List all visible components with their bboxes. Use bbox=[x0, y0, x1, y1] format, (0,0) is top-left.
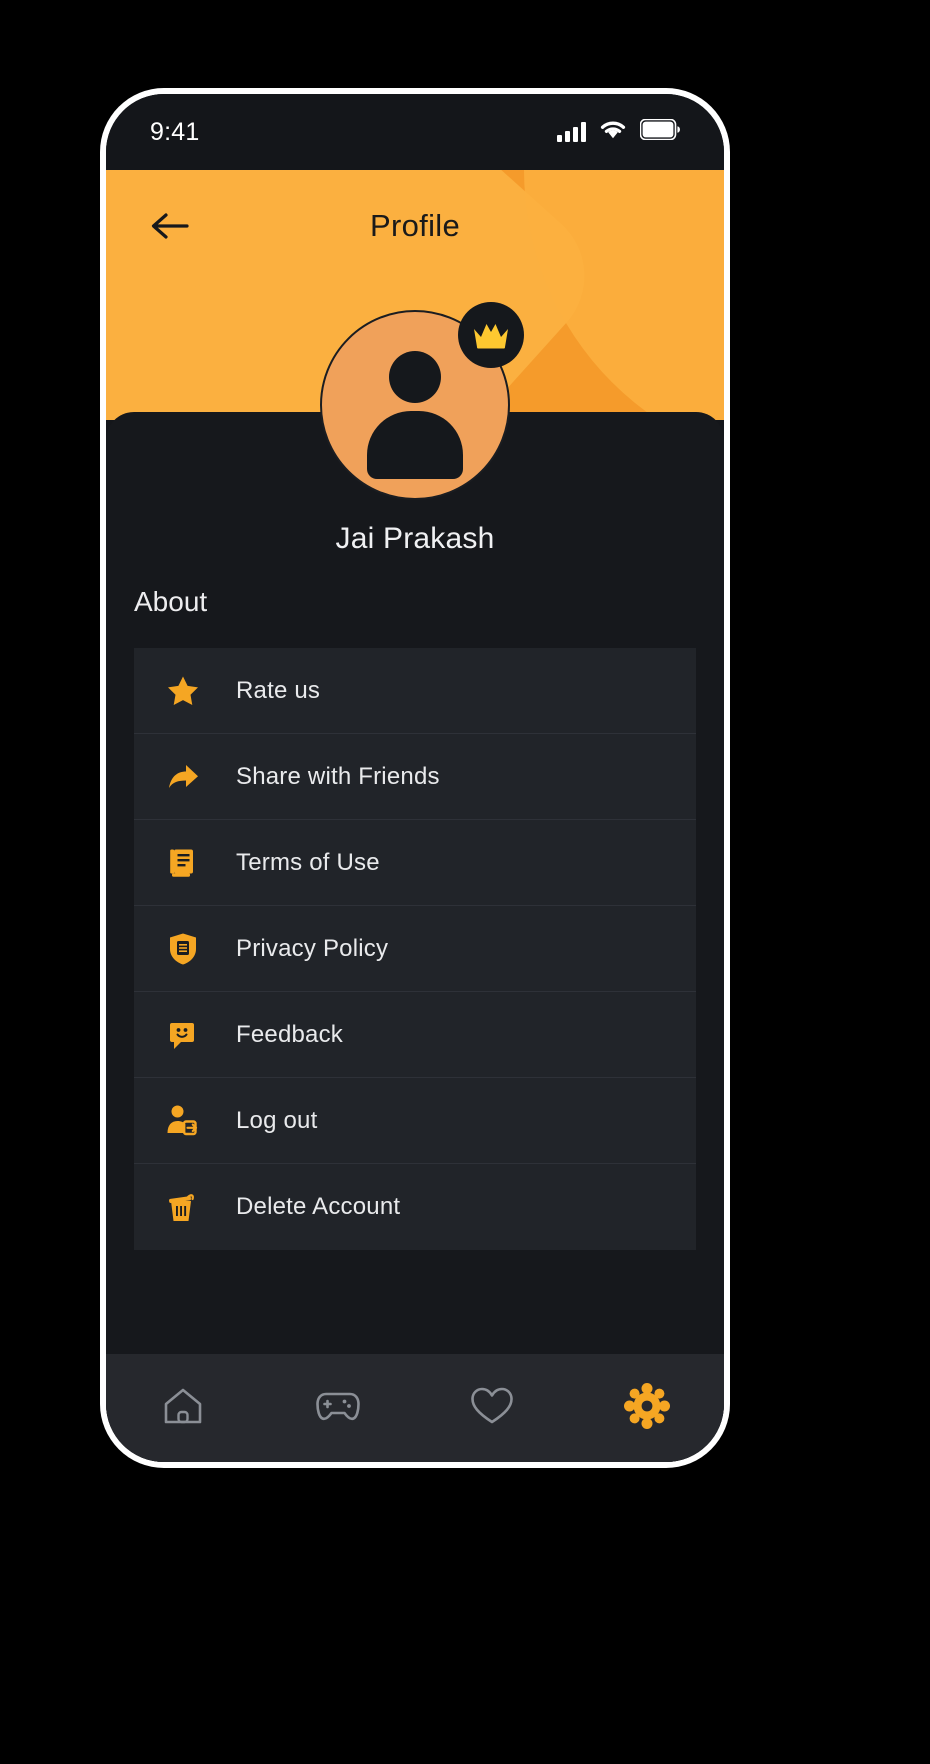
crown-icon bbox=[474, 324, 508, 349]
trash-icon bbox=[162, 1190, 204, 1224]
battery-full-icon bbox=[639, 118, 680, 145]
menu-item-feedback[interactable]: Feedback bbox=[134, 992, 696, 1078]
about-section-title: About bbox=[134, 586, 208, 617]
menu-item-label: Privacy Policy bbox=[236, 934, 389, 962]
back-button[interactable] bbox=[134, 190, 206, 262]
status-bar-time: 9:41 bbox=[150, 117, 200, 146]
avatar[interactable] bbox=[320, 302, 524, 500]
header-bar: Profile bbox=[106, 170, 724, 282]
wifi-icon bbox=[599, 119, 627, 145]
menu-item-label: Terms of Use bbox=[236, 848, 380, 876]
menu-item-delete-account[interactable]: Delete Account bbox=[134, 1164, 696, 1250]
menu-item-rate-us[interactable]: Rate us bbox=[134, 648, 696, 734]
avatar-person-glyph bbox=[355, 345, 475, 479]
menu-item-label: Feedback bbox=[236, 1020, 343, 1048]
status-bar: 9:41 bbox=[106, 94, 724, 170]
nav-item-favorites[interactable] bbox=[415, 1354, 570, 1462]
menu-item-label: Delete Account bbox=[236, 1193, 401, 1220]
home-icon bbox=[160, 1383, 206, 1434]
menu-item-share-with-friends[interactable]: Share with Friends bbox=[134, 734, 696, 820]
star-icon bbox=[162, 674, 204, 708]
avatar-head bbox=[389, 351, 441, 403]
shield-document-icon bbox=[162, 932, 204, 966]
signal-bars-icon bbox=[557, 122, 586, 142]
about-menu-list: Rate us Share with Friends Terms of Use … bbox=[134, 648, 696, 1250]
nav-item-settings[interactable] bbox=[570, 1354, 725, 1462]
status-bar-icons bbox=[557, 118, 680, 145]
gear-icon bbox=[623, 1382, 670, 1434]
phone-screen: 9:41 Profile Jai Prakash About Rate us S… bbox=[106, 94, 724, 1462]
menu-item-label: Log out bbox=[236, 1106, 318, 1134]
phone-frame: 9:41 Profile Jai Prakash About Rate us S… bbox=[100, 88, 730, 1468]
menu-item-privacy-policy[interactable]: Privacy Policy bbox=[134, 906, 696, 992]
document-list-icon bbox=[162, 847, 204, 879]
menu-item-log-out[interactable]: Log out bbox=[134, 1078, 696, 1164]
chat-smile-icon bbox=[162, 1019, 204, 1051]
avatar-body bbox=[367, 411, 463, 479]
share-arrow-icon bbox=[162, 762, 204, 792]
premium-badge bbox=[458, 302, 524, 368]
gamepad-icon bbox=[313, 1386, 363, 1431]
heart-icon bbox=[469, 1385, 515, 1432]
logout-user-icon bbox=[162, 1104, 204, 1138]
bottom-navigation-bar bbox=[106, 1354, 724, 1462]
nav-item-games[interactable] bbox=[261, 1354, 416, 1462]
menu-item-label: Rate us bbox=[236, 676, 321, 704]
menu-item-terms-of-use[interactable]: Terms of Use bbox=[134, 820, 696, 906]
profile-name: Jai Prakash bbox=[335, 522, 495, 555]
menu-item-label: Share with Friends bbox=[236, 762, 440, 790]
nav-item-home[interactable] bbox=[106, 1354, 261, 1462]
